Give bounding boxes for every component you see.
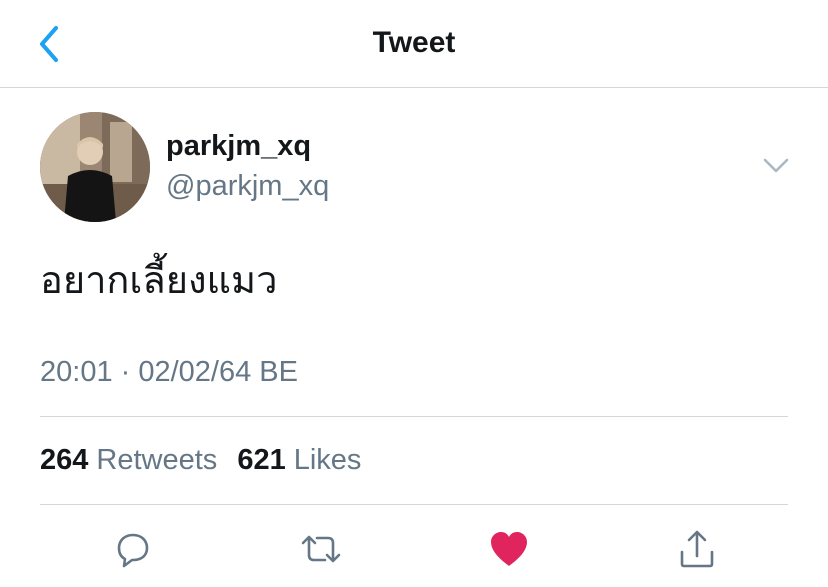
retweets-stat[interactable]: 264 Retweets [40, 444, 217, 477]
divider [40, 504, 788, 505]
like-button[interactable] [486, 526, 532, 572]
display-name[interactable]: parkjm_xq [166, 130, 311, 163]
divider [40, 416, 788, 417]
page-title: Tweet [372, 26, 456, 59]
likes-stat[interactable]: 621 Likes [237, 444, 361, 477]
share-icon [680, 530, 714, 568]
avatar-photo [40, 112, 150, 222]
tweet-timestamp: 20:01 · 02/02/64 BE [40, 356, 298, 388]
tweet-stats: 264 Retweets 621 Likes [40, 444, 373, 477]
retweet-button[interactable] [298, 526, 344, 572]
retweet-icon [301, 535, 341, 563]
reply-button[interactable] [110, 526, 156, 572]
share-button[interactable] [674, 526, 720, 572]
more-options-button[interactable] [760, 152, 792, 180]
chevron-down-icon [763, 158, 789, 173]
action-bar [0, 522, 828, 574]
reply-icon [117, 533, 149, 568]
top-bar: Tweet [0, 0, 828, 88]
user-handle[interactable]: @parkjm_xq [166, 170, 329, 203]
avatar[interactable] [40, 112, 150, 222]
heart-icon [491, 532, 527, 566]
retweets-count: 264 [40, 444, 89, 476]
retweets-label: Retweets [96, 444, 218, 476]
likes-label: Likes [293, 444, 362, 476]
tweet-text: อยากเลี้ยงแมว [40, 258, 278, 302]
likes-count: 621 [237, 444, 286, 476]
